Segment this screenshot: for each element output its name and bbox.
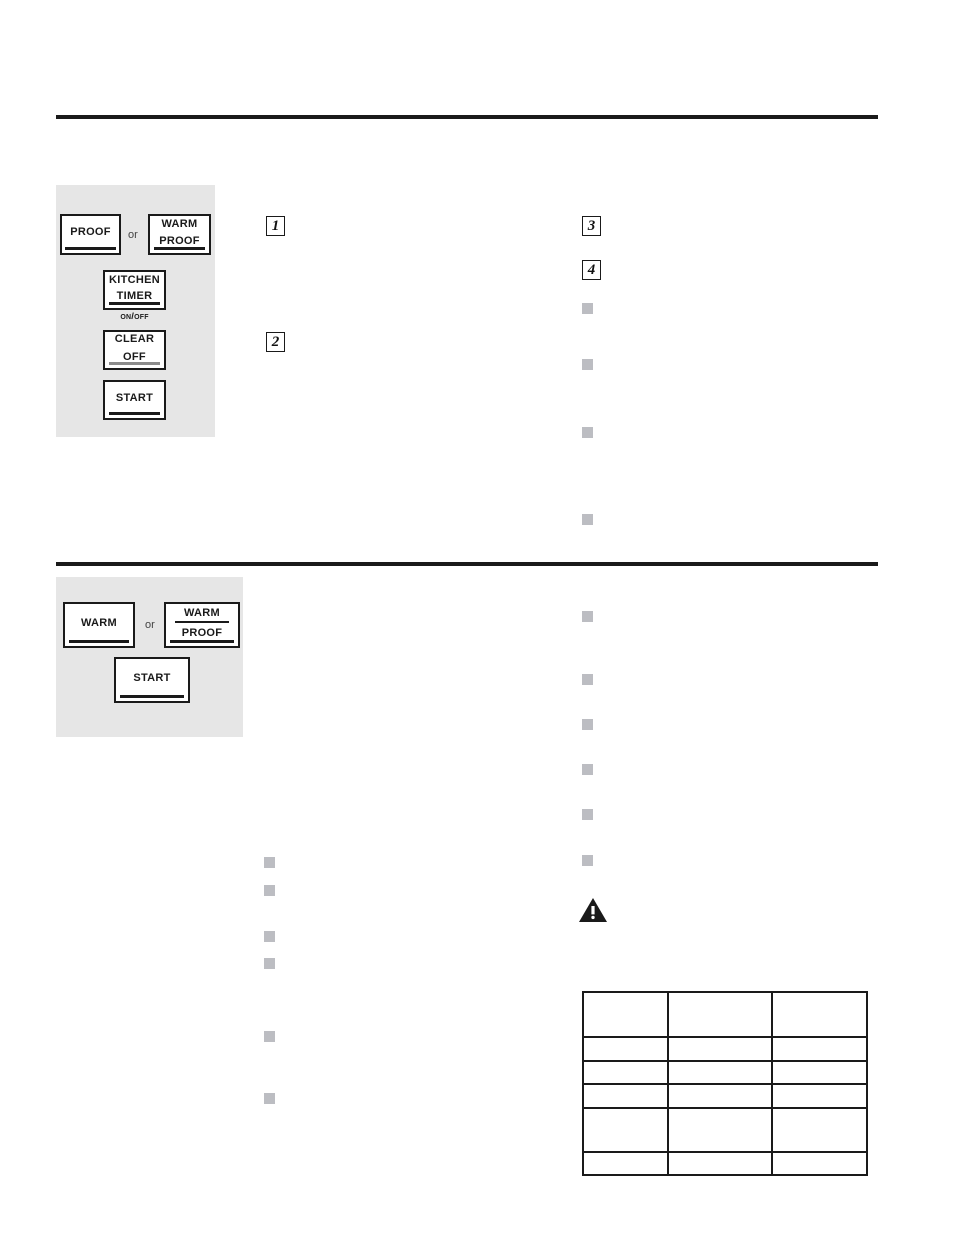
table-row [582, 1151, 868, 1176]
bullet-point [264, 857, 275, 868]
warm-proof-button-line2: Proof [159, 231, 200, 248]
step-number-4: 4 [582, 260, 601, 280]
or-separator-label-1: or [128, 229, 138, 241]
table-cell [582, 1060, 669, 1085]
bullet-point [582, 764, 593, 775]
table-cell [771, 991, 868, 1038]
table-cell [667, 1107, 773, 1153]
step-number-2: 2 [266, 332, 285, 352]
table-row [582, 1036, 868, 1062]
warm-button-label: Warm [80, 612, 118, 630]
start-button-1[interactable]: Start [103, 380, 166, 420]
table-row [582, 991, 868, 1038]
clear-off-button-line1: Clear [114, 329, 155, 347]
table-cell [667, 1036, 773, 1062]
bullet-point [582, 359, 593, 370]
warm-button[interactable]: Warm [63, 602, 135, 648]
bullet-point [582, 427, 593, 438]
bullet-point [264, 958, 275, 969]
table-cell [667, 991, 773, 1038]
start-button-2-label: Start [133, 667, 171, 685]
table-cell [771, 1083, 868, 1109]
top-section-divider [56, 115, 878, 119]
warning-triangle-icon [579, 898, 607, 922]
table-cell [771, 1060, 868, 1085]
bullet-point [264, 931, 275, 942]
bullet-point [264, 885, 275, 896]
kitchen-timer-on-off-label: On/Off [120, 311, 149, 322]
kitchen-timer-button[interactable]: Kitchen Timer [103, 270, 166, 310]
table-row [582, 1060, 868, 1085]
table-cell [771, 1036, 868, 1062]
temperature-spec-table [582, 991, 868, 1176]
table-cell [771, 1107, 868, 1153]
warm-proof-button-1[interactable]: Warm Proof [148, 214, 211, 255]
table-cell [771, 1151, 868, 1176]
or-separator-label-2: or [145, 619, 155, 631]
warm-proof-button-2-line2: Proof [181, 622, 223, 640]
proof-button[interactable]: Proof [60, 214, 121, 255]
table-row [582, 1083, 868, 1109]
warm-proof-button-2-line1: Warm [183, 603, 221, 621]
warm-proof-button-line1: Warm [161, 213, 198, 231]
kitchen-timer-button-line2: Timer [116, 285, 153, 303]
table-cell [667, 1060, 773, 1085]
clear-off-button-line2: Off [123, 346, 146, 364]
step-number-1: 1 [266, 216, 285, 236]
proof-button-label: Proof [70, 222, 111, 240]
manual-page: Proof or Warm Proof Kitchen Timer On/Off… [0, 0, 954, 1235]
table-cell [667, 1151, 773, 1176]
bullet-point [264, 1031, 275, 1042]
table-cell [582, 1083, 669, 1109]
kitchen-timer-button-line1: Kitchen [109, 270, 160, 288]
table-cell [582, 1036, 669, 1062]
table-cell [582, 991, 669, 1038]
clear-off-button[interactable]: Clear Off [103, 330, 166, 370]
bullet-point [264, 1093, 275, 1104]
bullet-point [582, 303, 593, 314]
table-row [582, 1107, 868, 1153]
table-cell [667, 1083, 773, 1109]
bullet-point [582, 674, 593, 685]
bullet-point [582, 855, 593, 866]
start-button-2[interactable]: Start [114, 657, 190, 703]
middle-section-divider [56, 562, 878, 566]
bullet-point [582, 809, 593, 820]
bullet-point [582, 514, 593, 525]
bullet-point [582, 611, 593, 622]
table-cell [582, 1151, 669, 1176]
start-button-1-label: Start [115, 387, 154, 405]
table-cell [582, 1107, 669, 1153]
warm-proof-button-2[interactable]: Warm Proof [164, 602, 240, 648]
step-number-3: 3 [582, 216, 601, 236]
bullet-point [582, 719, 593, 730]
